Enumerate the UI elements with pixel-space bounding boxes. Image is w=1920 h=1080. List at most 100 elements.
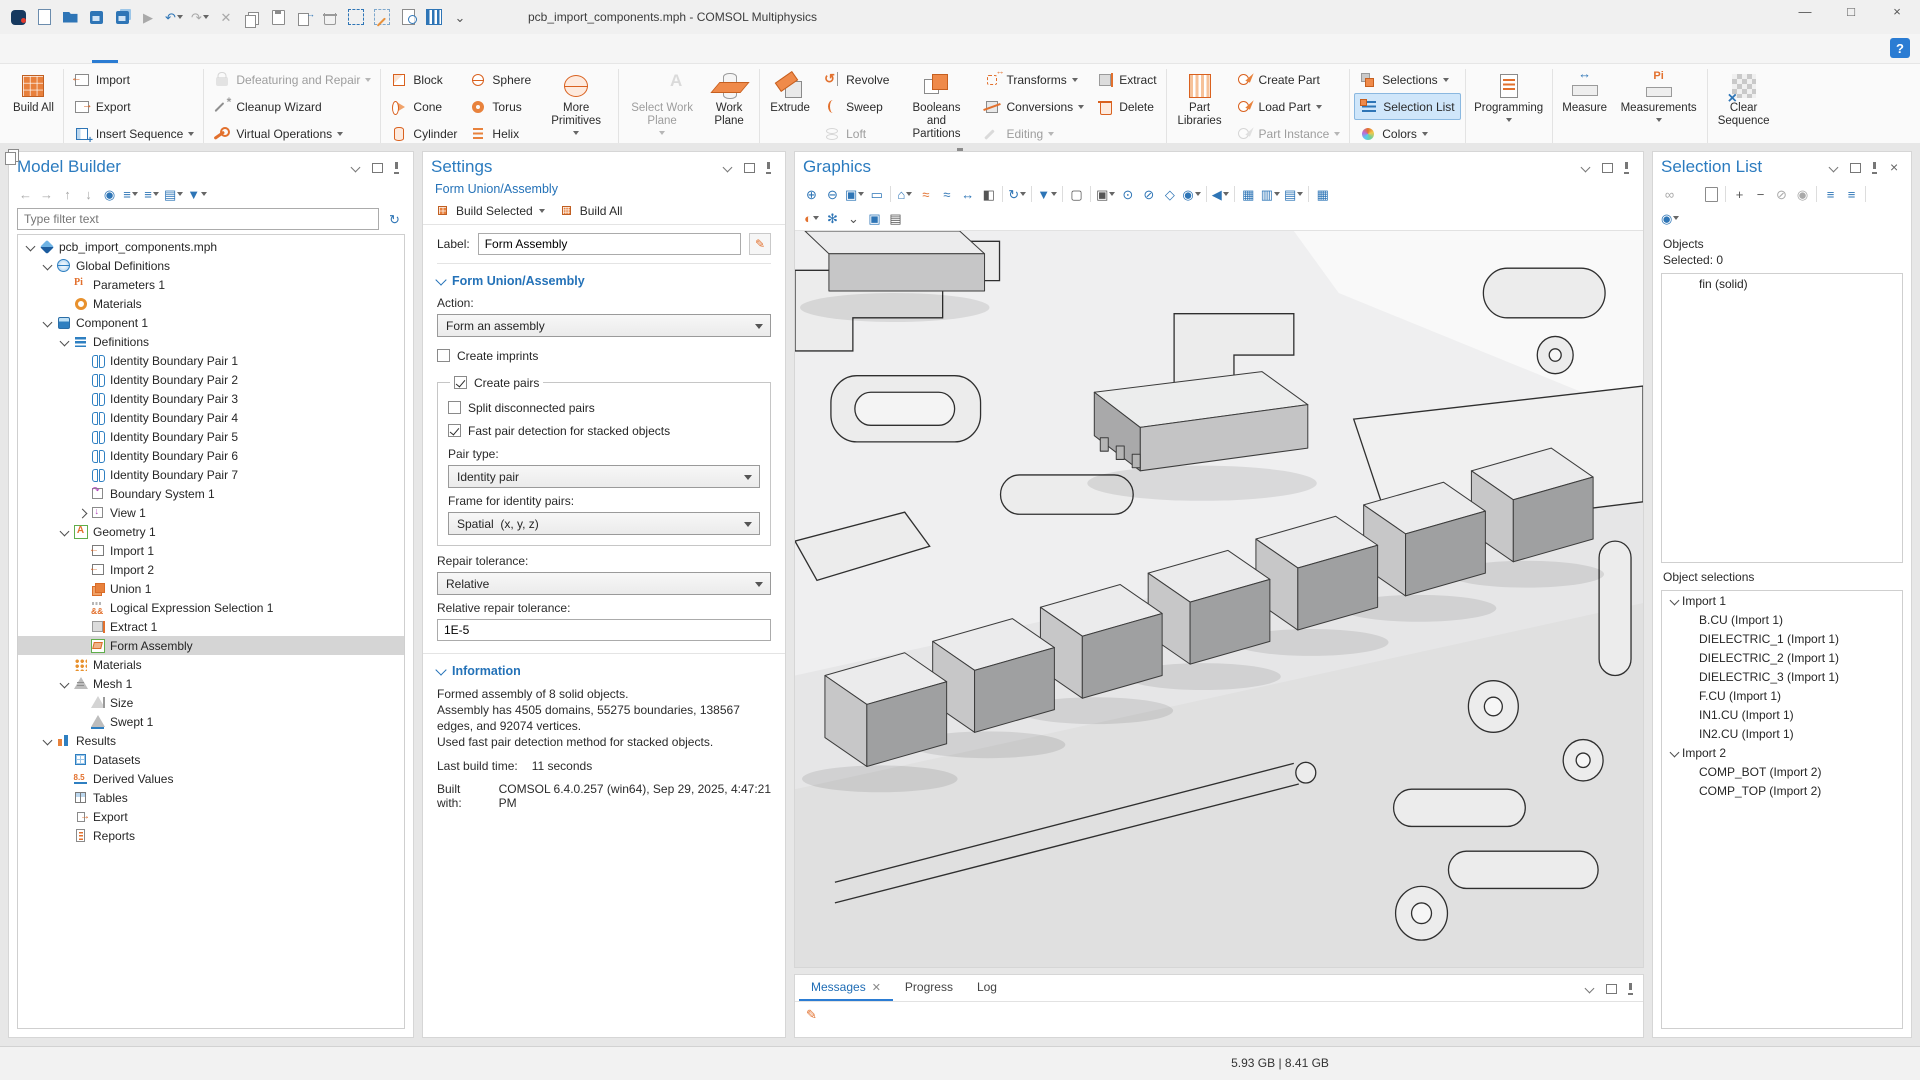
menu-item[interactable]	[222, 34, 248, 63]
defs-button[interactable]: Definitions	[18, 332, 404, 351]
cone-button[interactable]: Cone	[385, 93, 462, 120]
float-panel-icon[interactable]	[368, 159, 385, 176]
float-panel-icon[interactable]	[1598, 159, 1615, 176]
cmat-button[interactable]: Materials	[18, 655, 404, 674]
expander-icon[interactable]	[75, 392, 89, 406]
extrude-button[interactable]: Extrude	[764, 66, 816, 150]
conversions-button[interactable]: Conversions	[978, 93, 1089, 120]
model-tree-node-text-button[interactable]: ▤	[162, 183, 185, 205]
expander-icon[interactable]	[58, 810, 72, 824]
relative-repair-input[interactable]	[437, 619, 771, 641]
duplicate-button[interactable]	[292, 6, 316, 28]
mph-button[interactable]: pcb_import_components.mph	[18, 237, 404, 256]
expand-all-button[interactable]: ≡	[120, 183, 141, 205]
expander-icon[interactable]	[1668, 746, 1682, 760]
maximize-button[interactable]: □	[1828, 0, 1874, 22]
toolbar-separator[interactable]	[1813, 186, 1820, 202]
go-to-default-3d-view-button[interactable]: ⌂	[894, 183, 915, 205]
view-button[interactable]: View 1	[18, 503, 404, 522]
help-button[interactable]: ?	[1890, 38, 1910, 58]
messages-tab[interactable]: Log✕	[965, 975, 1009, 1001]
expander-icon[interactable]	[58, 791, 72, 805]
expander-icon[interactable]	[1685, 708, 1699, 722]
extract-button[interactable]: Extract	[1091, 66, 1161, 93]
zoom-selected-button[interactable]: ⊙	[1117, 183, 1138, 205]
copy-button[interactable]	[240, 6, 264, 28]
imp-button[interactable]: Import 1	[18, 541, 404, 560]
expander-icon[interactable]	[41, 316, 55, 330]
minimize-button[interactable]: —	[1782, 0, 1828, 22]
pair-button[interactable]: Identity Boundary Pair 1	[18, 351, 404, 370]
geom-button[interactable]: Geometry 1	[18, 522, 404, 541]
defeaturing-repair-button[interactable]: Defeaturing and Repair	[208, 66, 376, 93]
open-file-button[interactable]	[58, 6, 82, 28]
expander-icon[interactable]	[24, 240, 38, 254]
measure-button[interactable]: Measure	[1557, 66, 1613, 150]
menu-item[interactable]	[92, 34, 118, 63]
expander-icon[interactable]	[75, 715, 89, 729]
expander-icon[interactable]	[75, 696, 89, 710]
union-button[interactable]: Union 1	[18, 579, 404, 598]
select-box-mode-button[interactable]: ▣	[1094, 183, 1117, 205]
pair-button[interactable]: Identity Boundary Pair 5	[18, 427, 404, 446]
expander-icon[interactable]	[1685, 784, 1699, 798]
zoom-box-button[interactable]: ▣	[843, 183, 866, 205]
frame-select[interactable]: Spatial (x, y, z)	[448, 512, 760, 535]
undo-button[interactable]: ↶	[162, 6, 186, 28]
delete-button[interactable]: Delete	[1091, 93, 1161, 120]
go-forward-button[interactable]: →	[36, 183, 57, 205]
move-down-list-button[interactable]: ≡	[1841, 183, 1862, 205]
create-selection-link-button[interactable]: ∞	[1659, 183, 1680, 205]
collapse-panel-icon[interactable]	[720, 159, 737, 176]
selection-list-item[interactable]: Import 1	[1662, 591, 1902, 610]
expander-icon[interactable]	[58, 297, 72, 311]
selection-list-item[interactable]: COMP_BOT (Import 2)	[1662, 762, 1902, 781]
menu-item[interactable]	[66, 34, 92, 63]
more-primitives-button[interactable]: More Primitives	[538, 66, 614, 150]
build-selected-button[interactable]: Build Selected	[435, 203, 545, 218]
save-button[interactable]	[84, 6, 108, 28]
select-work-plane-button[interactable]: Select Work Plane	[623, 66, 701, 150]
close-panel-icon[interactable]	[1886, 159, 1903, 176]
material-rendering-button[interactable]: ◐	[801, 207, 822, 229]
graphics-canvas[interactable]	[795, 230, 1643, 967]
plot-y-line-button[interactable]: ≈	[936, 183, 957, 205]
transforms-button[interactable]: Transforms	[978, 66, 1089, 93]
cleanup-wizard-button[interactable]: Cleanup Wizard	[208, 93, 376, 120]
collapse-panel-icon[interactable]	[1826, 159, 1843, 176]
sweep-button[interactable]: Sweep	[818, 93, 894, 120]
move-up-list-button[interactable]: ≡	[1820, 183, 1841, 205]
datasets-button[interactable]: Datasets	[18, 750, 404, 769]
filter-refresh-button[interactable]: ↻	[384, 208, 405, 230]
expander-icon[interactable]	[1685, 651, 1699, 665]
scene-view-button[interactable]: ▼	[1035, 183, 1059, 205]
go-back-button[interactable]: ←	[15, 183, 36, 205]
pin-panel-icon[interactable]	[388, 159, 405, 176]
expander-icon[interactable]	[1668, 594, 1682, 608]
hide-objects-button[interactable]: ⊘	[1138, 183, 1159, 205]
delete-button[interactable]	[318, 6, 342, 28]
move-down-button[interactable]: ↓	[78, 183, 99, 205]
clear-messages-button[interactable]: ✎	[801, 1003, 822, 1025]
pair-button[interactable]: Identity Boundary Pair 4	[18, 408, 404, 427]
close-button[interactable]: ×	[1874, 0, 1920, 22]
swept-button[interactable]: Swept 1	[18, 712, 404, 731]
expander-icon[interactable]	[75, 639, 89, 653]
expander-icon[interactable]	[58, 525, 72, 539]
expander-icon[interactable]	[75, 601, 89, 615]
save-as-button[interactable]	[110, 6, 134, 28]
expander-icon[interactable]	[58, 278, 72, 292]
selections-button[interactable]: Selections	[1354, 66, 1460, 93]
selection-list-item[interactable]: IN1.CU (Import 1)	[1662, 705, 1902, 724]
menu-item[interactable]	[248, 34, 274, 63]
expander-icon[interactable]	[75, 411, 89, 425]
move-up-button[interactable]: ↑	[57, 183, 78, 205]
globe-button[interactable]: Global Definitions	[18, 256, 404, 275]
view-flip-button[interactable]: ◧	[978, 183, 999, 205]
create-imprints-checkbox[interactable]	[437, 349, 450, 362]
results-button[interactable]: Results	[18, 731, 404, 750]
clear-sequence-button[interactable]: Clear Sequence	[1712, 66, 1776, 150]
update-view-button[interactable]: ↻	[1006, 183, 1028, 205]
toolbar-separator[interactable]	[1231, 186, 1238, 202]
expander-icon[interactable]	[41, 734, 55, 748]
